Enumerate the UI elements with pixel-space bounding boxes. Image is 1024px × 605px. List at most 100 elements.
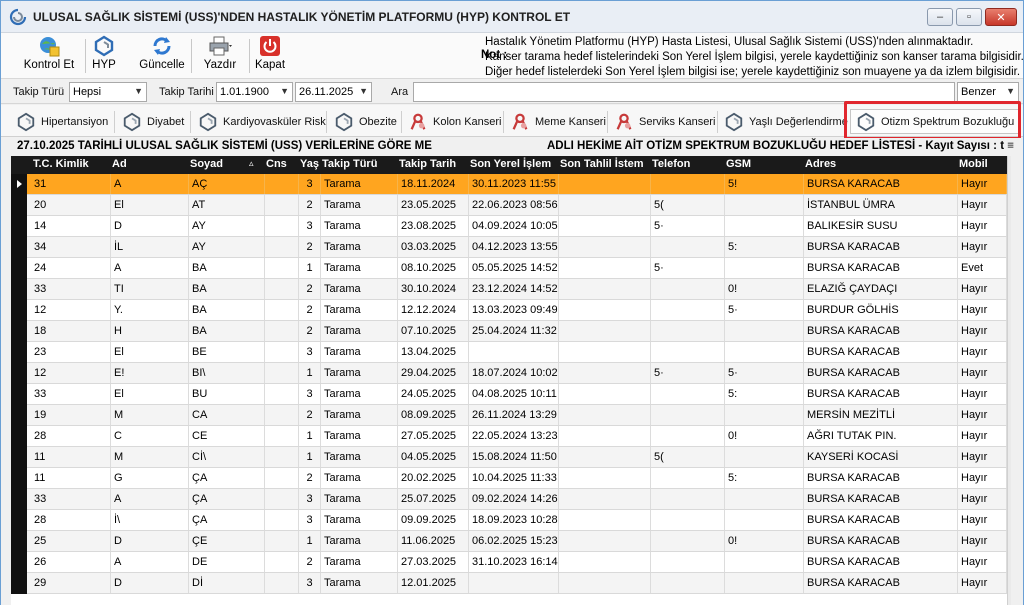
cell-takip-turu[interactable]: Tarama xyxy=(321,510,398,530)
cell-telefon[interactable] xyxy=(651,489,725,509)
cell-adres[interactable]: BURSA KARACAB xyxy=(804,258,958,278)
cell-ad[interactable]: D xyxy=(111,573,189,593)
row-header[interactable] xyxy=(11,342,27,363)
cell-yas[interactable]: 2 xyxy=(299,468,321,488)
cell-ad[interactable]: Y. xyxy=(111,300,189,320)
cell-ad[interactable]: A xyxy=(111,174,189,194)
table-row[interactable]: 33 El BU 3 Tarama 24.05.2025 04.08.2025 10:11 5… xyxy=(11,384,1007,405)
cell-yas[interactable]: 2 xyxy=(299,279,321,299)
tab-kolon-kanseri[interactable]: Kolon Kanseri xyxy=(407,109,502,134)
cell-ad[interactable]: A xyxy=(111,489,189,509)
cell-son-yerel-islem[interactable] xyxy=(469,342,559,362)
cell-gsm[interactable] xyxy=(725,489,804,509)
column-header-son-tahlil-istem[interactable]: Son Tahlil İstem xyxy=(560,158,644,170)
cell-takip-turu[interactable]: Tarama xyxy=(321,489,398,509)
cell-cinsiyet[interactable] xyxy=(265,489,299,509)
cell-adres[interactable]: BURSA KARACAB xyxy=(804,384,958,404)
row-header[interactable] xyxy=(11,510,27,531)
cell-gsm[interactable]: 5: xyxy=(725,468,804,488)
cell-ad[interactable]: E! xyxy=(111,363,189,383)
tab-diyabet[interactable]: Diyabet xyxy=(121,109,184,134)
cell-adres[interactable]: BURSA KARACAB xyxy=(804,531,958,551)
cell-tc-kimlik[interactable]: 28 xyxy=(31,510,111,530)
date-to-picker[interactable]: 26.11.2025 ▼ xyxy=(295,82,372,102)
cell-ad[interactable]: TI xyxy=(111,279,189,299)
cell-soyad[interactable]: BU xyxy=(189,384,265,404)
cell-soyad[interactable]: ÇE xyxy=(189,531,265,551)
cell-takip-turu[interactable]: Tarama xyxy=(321,384,398,404)
cell-takip-tarih[interactable]: 23.05.2025 xyxy=(398,195,469,215)
cell-takip-tarih[interactable]: 30.10.2024 xyxy=(398,279,469,299)
cell-adres[interactable]: BURSA KARACAB xyxy=(804,552,958,572)
cell-yas[interactable]: 2 xyxy=(299,405,321,425)
cell-telefon[interactable]: 5· xyxy=(651,258,725,278)
cell-takip-tarih[interactable]: 12.12.2024 xyxy=(398,300,469,320)
cell-telefon[interactable] xyxy=(651,237,725,257)
table-row[interactable]: 20 El AT 2 Tarama 23.05.2025 22.06.2023 08:56 5… xyxy=(11,195,1007,216)
cell-cinsiyet[interactable] xyxy=(265,342,299,362)
cell-soyad[interactable]: BA xyxy=(189,279,265,299)
cell-takip-turu[interactable]: Tarama xyxy=(321,468,398,488)
cell-son-tahlil-istem[interactable] xyxy=(559,342,651,362)
cell-son-tahlil-istem[interactable] xyxy=(559,195,651,215)
cell-gsm[interactable]: 5: xyxy=(725,237,804,257)
cell-cinsiyet[interactable] xyxy=(265,237,299,257)
cell-ad[interactable]: El xyxy=(111,195,189,215)
cell-gsm[interactable]: 5! xyxy=(725,174,804,194)
vertical-scrollbar[interactable] xyxy=(1007,156,1011,605)
guncelle-button[interactable]: Güncelle xyxy=(137,35,187,75)
cell-takip-turu[interactable]: Tarama xyxy=(321,279,398,299)
takip-turu-select[interactable]: Hepsi ▼ xyxy=(69,82,147,102)
cell-ad[interactable]: G xyxy=(111,468,189,488)
cell-son-tahlil-istem[interactable] xyxy=(559,363,651,383)
column-header-ad[interactable]: Ad xyxy=(112,158,127,170)
cell-mobil[interactable]: Hayır xyxy=(958,321,1007,341)
cell-telefon[interactable] xyxy=(651,573,725,593)
cell-son-yerel-islem[interactable]: 15.08.2024 11:50 xyxy=(469,447,559,467)
cell-yas[interactable]: 3 xyxy=(299,174,321,194)
cell-tc-kimlik[interactable]: 14 xyxy=(31,216,111,236)
cell-soyad[interactable]: ÇA xyxy=(189,510,265,530)
cell-yas[interactable]: 3 xyxy=(299,342,321,362)
kapat-button[interactable]: Kapat xyxy=(253,35,287,75)
table-row[interactable]: 19 M CA 2 Tarama 08.09.2025 26.11.2024 13:29 ME… xyxy=(11,405,1007,426)
cell-adres[interactable]: BURSA KARACAB xyxy=(804,489,958,509)
table-row[interactable]: 25 D ÇE 1 Tarama 11.06.2025 06.02.2025 15:23 0!… xyxy=(11,531,1007,552)
cell-tc-kimlik[interactable]: 31 xyxy=(31,174,111,194)
cell-son-tahlil-istem[interactable] xyxy=(559,174,651,194)
date-from-picker[interactable]: 1.01.1900 ▼ xyxy=(216,82,293,102)
cell-yas[interactable]: 2 xyxy=(299,237,321,257)
cell-mobil[interactable]: Hayır xyxy=(958,174,1007,194)
cell-gsm[interactable] xyxy=(725,342,804,362)
table-row[interactable]: 26 A DE 2 Tarama 27.03.2025 31.10.2023 16:14 BU… xyxy=(11,552,1007,573)
cell-mobil[interactable]: Hayır xyxy=(958,531,1007,551)
cell-son-yerel-islem[interactable]: 30.11.2023 11:55 xyxy=(469,174,559,194)
cell-telefon[interactable]: 5( xyxy=(651,447,725,467)
row-header[interactable] xyxy=(11,237,27,258)
cell-gsm[interactable]: 0! xyxy=(725,531,804,551)
cell-son-tahlil-istem[interactable] xyxy=(559,573,651,593)
cell-adres[interactable]: BURSA KARACAB xyxy=(804,363,958,383)
column-header-telefon[interactable]: Telefon xyxy=(652,158,690,170)
cell-ad[interactable]: C xyxy=(111,426,189,446)
table-row[interactable]: 28 İ\ ÇA 3 Tarama 09.09.2025 18.09.2023 10:28 B… xyxy=(11,510,1007,531)
cell-gsm[interactable]: 0! xyxy=(725,426,804,446)
cell-son-yerel-islem[interactable]: 22.06.2023 08:56 xyxy=(469,195,559,215)
cell-telefon[interactable] xyxy=(651,300,725,320)
cell-tc-kimlik[interactable]: 26 xyxy=(31,552,111,572)
cell-gsm[interactable]: 0! xyxy=(725,279,804,299)
cell-takip-turu[interactable]: Tarama xyxy=(321,405,398,425)
row-header[interactable] xyxy=(11,195,27,216)
close-window-button[interactable]: ✕ xyxy=(985,8,1017,26)
cell-son-yerel-islem[interactable]: 04.08.2025 10:11 xyxy=(469,384,559,404)
cell-gsm[interactable] xyxy=(725,552,804,572)
cell-son-yerel-islem[interactable] xyxy=(469,573,559,593)
cell-adres[interactable]: AĞRI TUTAK PIN. xyxy=(804,426,958,446)
tab-kardiyovaskuler-risk[interactable]: Kardiyovasküler Risk xyxy=(197,109,326,134)
cell-son-yerel-islem[interactable]: 04.12.2023 13:55 xyxy=(469,237,559,257)
cell-yas[interactable]: 2 xyxy=(299,552,321,572)
cell-adres[interactable]: ELAZIĞ ÇAYDAÇI xyxy=(804,279,958,299)
row-header[interactable] xyxy=(11,216,27,237)
cell-takip-tarih[interactable]: 08.09.2025 xyxy=(398,405,469,425)
cell-takip-turu[interactable]: Tarama xyxy=(321,216,398,236)
